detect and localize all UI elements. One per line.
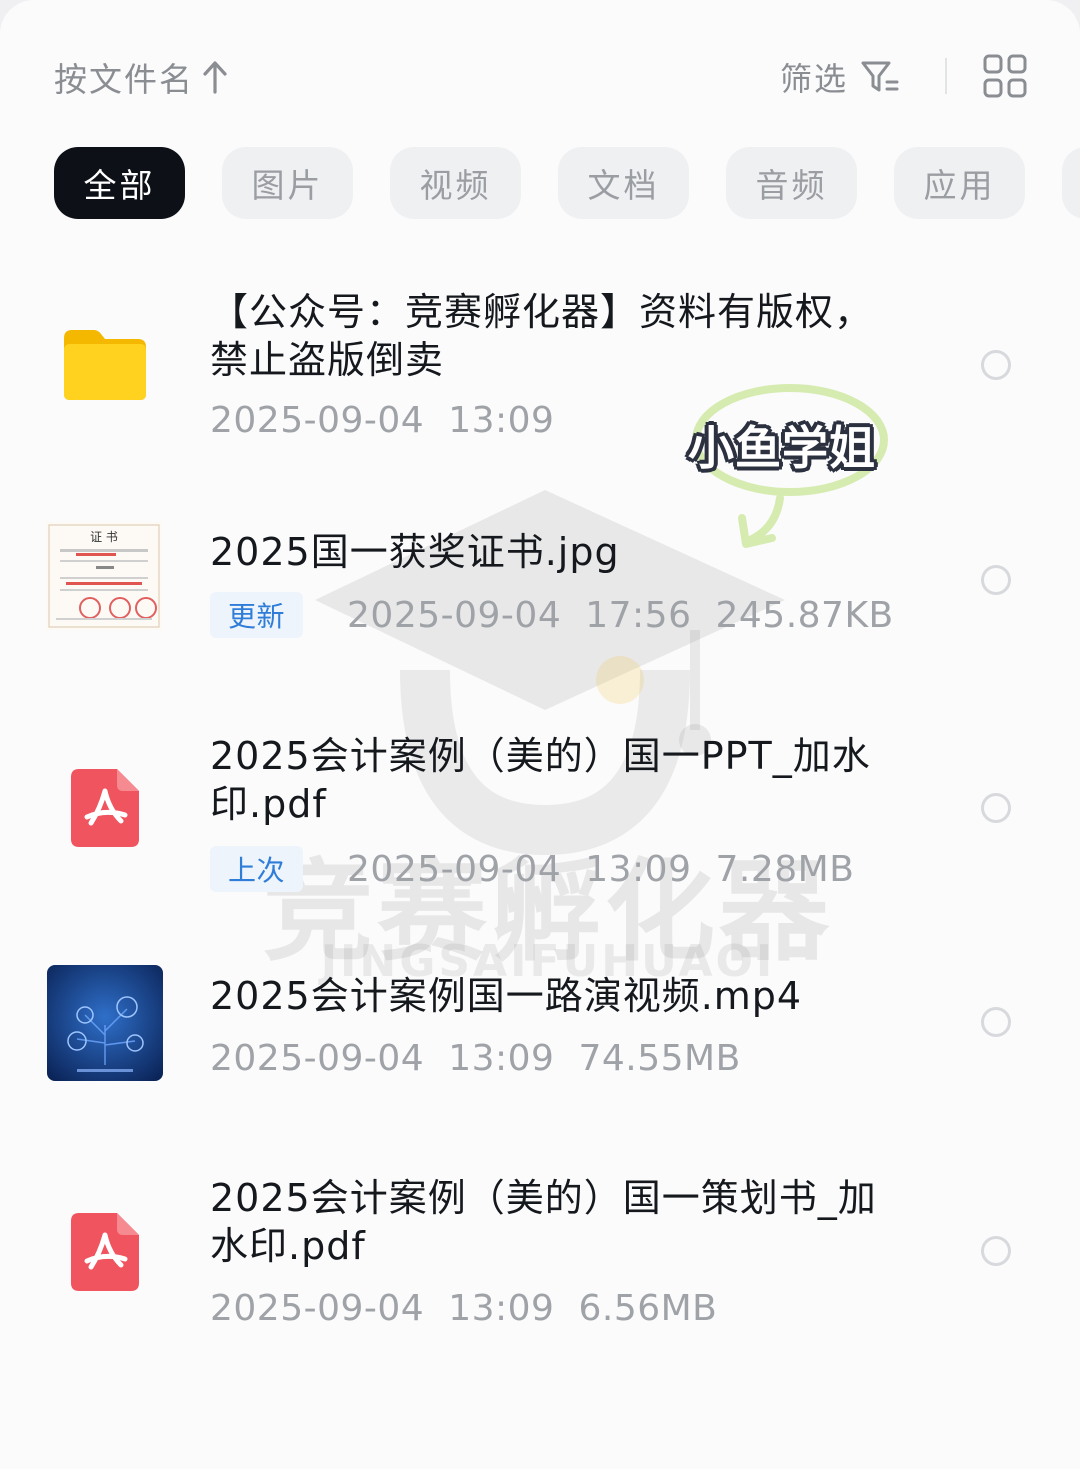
file-date: 2025-09-04 — [347, 848, 562, 890]
file-name-line: 水印.pdf — [210, 1224, 366, 1268]
file-name: 2025会计案例国一路演视频.mp4 — [210, 972, 910, 1020]
file-name-line: 2025会计案例（美的）国一策划书_加 — [210, 1176, 877, 1220]
toolbar-divider — [945, 58, 947, 94]
file-date: 2025-09-04 — [347, 594, 562, 636]
file-row[interactable]: 2025会计案例国一路演视频.mp4 2025-09-04 13:09 74.5… — [0, 950, 1080, 1110]
file-row[interactable]: 2025会计案例（美的）国一PPT_加水 印.pdf 上次 2025-09-04… — [0, 710, 1080, 920]
tab-label: 视频 — [419, 166, 492, 205]
pdf-icon — [71, 769, 139, 847]
select-radio[interactable] — [981, 793, 1011, 823]
tab-label: 文档 — [587, 166, 660, 205]
grid-view-icon[interactable] — [982, 53, 1028, 99]
file-name-line: 2025会计案例国一路演视频.mp4 — [210, 974, 803, 1018]
arrow-up-icon — [203, 61, 227, 94]
last-opened-badge: 上次 — [210, 846, 304, 892]
select-radio[interactable] — [981, 1007, 1011, 1037]
file-name-line: 2025国一获奖证书.jpg — [210, 530, 620, 574]
file-size: 7.28MB — [715, 848, 855, 890]
file-name: 2025会计案例（美的）国一策划书_加 水印.pdf — [210, 1174, 910, 1270]
file-name: 2025国一获奖证书.jpg — [210, 528, 910, 576]
tab-images[interactable]: 图片 — [222, 147, 353, 219]
tab-more[interactable] — [1062, 147, 1080, 219]
svg-text:证 书: 证 书 — [90, 530, 118, 544]
file-row[interactable]: 证 书 2025国一获奖证书.jpg 更新 2025-09-04 17:56 2… — [0, 500, 1080, 690]
filter-button[interactable]: 筛选 — [780, 52, 900, 102]
tab-label: 应用 — [923, 166, 996, 205]
file-browser-sheet: 按文件名 筛选 全部 图片 视频 文档 音频 应用 竞赛孵化器 JINGSAIF… — [0, 0, 1080, 1469]
file-size: 6.56MB — [578, 1288, 718, 1329]
file-name: 2025会计案例（美的）国一PPT_加水 印.pdf — [210, 732, 910, 828]
file-size: 245.87KB — [715, 594, 894, 636]
file-size: 74.55MB — [578, 1038, 741, 1079]
file-time: 17:56 — [585, 594, 692, 636]
file-meta: 2025-09-04 13:09 — [210, 400, 554, 441]
file-date: 2025-09-04 — [210, 1038, 425, 1079]
file-meta: 更新 2025-09-04 17:56 245.87KB — [210, 592, 894, 638]
tab-apps[interactable]: 应用 — [894, 147, 1025, 219]
category-tabs: 全部 图片 视频 文档 音频 应用 — [54, 147, 1080, 219]
folder-icon — [64, 330, 146, 400]
pdf-icon — [71, 1213, 139, 1291]
select-radio[interactable] — [981, 565, 1011, 595]
sort-label: 按文件名 — [54, 60, 194, 99]
select-radio[interactable] — [981, 1236, 1011, 1266]
tab-all[interactable]: 全部 — [54, 147, 185, 219]
file-meta: 上次 2025-09-04 13:09 7.28MB — [210, 846, 854, 892]
file-name-line: 【公众号：竞赛孵化器】资料有版权， — [210, 290, 874, 334]
certificate-thumbnail: 证 书 — [46, 522, 162, 630]
filter-label: 筛选 — [780, 60, 849, 98]
updated-badge: 更新 — [210, 592, 304, 638]
file-name-line: 2025会计案例（美的）国一PPT_加水 — [210, 734, 871, 778]
tab-label: 全部 — [83, 166, 156, 205]
file-row[interactable]: 2025会计案例（美的）国一策划书_加 水印.pdf 2025-09-04 13… — [0, 1150, 1080, 1360]
file-row[interactable]: 【公众号：竞赛孵化器】资料有版权， 禁止盗版倒卖 2025-09-04 13:0… — [0, 250, 1080, 480]
tab-documents[interactable]: 文档 — [558, 147, 689, 219]
file-meta: 2025-09-04 13:09 6.56MB — [210, 1288, 717, 1329]
file-name-line: 禁止盗版倒卖 — [210, 338, 445, 382]
sort-by-name-button[interactable]: 按文件名 — [54, 52, 228, 102]
file-name-line: 印.pdf — [210, 782, 327, 826]
select-radio[interactable] — [981, 350, 1011, 380]
file-time: 13:09 — [448, 1288, 555, 1329]
file-time: 13:09 — [448, 1038, 555, 1079]
tab-audio[interactable]: 音频 — [726, 147, 857, 219]
file-time: 13:09 — [585, 848, 692, 890]
tab-label: 图片 — [251, 166, 324, 205]
filter-icon — [861, 61, 899, 92]
file-name: 【公众号：竞赛孵化器】资料有版权， 禁止盗版倒卖 — [210, 288, 910, 384]
tab-label: 音频 — [755, 166, 828, 205]
video-thumbnail — [47, 965, 163, 1081]
file-meta: 2025-09-04 13:09 74.55MB — [210, 1038, 741, 1079]
file-date: 2025-09-04 — [210, 400, 425, 441]
toolbar: 按文件名 筛选 — [0, 0, 1080, 130]
tab-videos[interactable]: 视频 — [390, 147, 521, 219]
file-time: 13:09 — [448, 400, 555, 441]
file-date: 2025-09-04 — [210, 1288, 425, 1329]
